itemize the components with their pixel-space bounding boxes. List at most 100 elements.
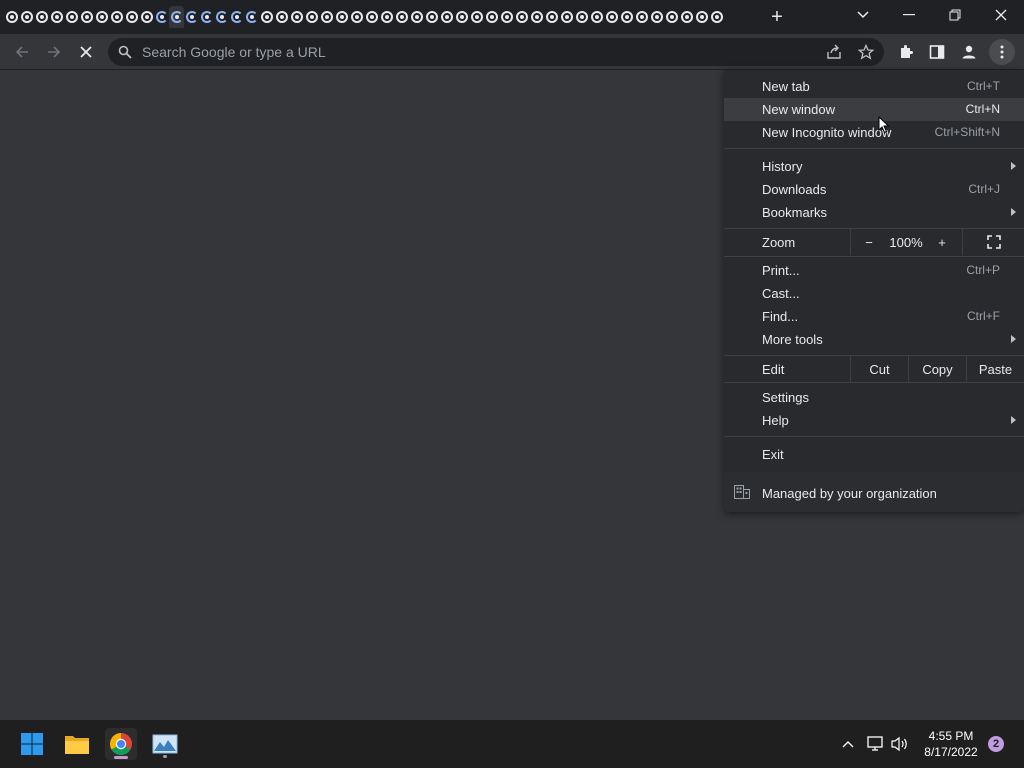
browser-tab[interactable] (679, 6, 694, 28)
omnibox[interactable] (108, 38, 884, 66)
building-icon (734, 485, 750, 499)
menu-item-new-incognito[interactable]: New Incognito window Ctrl+Shift+N (724, 121, 1024, 144)
managed-by-org-item[interactable]: Managed by your organization (724, 472, 1024, 512)
show-hidden-icons-button[interactable] (838, 734, 858, 754)
browser-tab[interactable] (4, 6, 19, 28)
image-app-button[interactable] (149, 728, 181, 760)
profile-button[interactable] (956, 39, 982, 65)
share-button[interactable] (821, 39, 847, 65)
omnibox-input[interactable] (142, 38, 802, 66)
notification-badge[interactable]: 2 (988, 736, 1004, 752)
volume-button[interactable] (890, 734, 910, 754)
menu-item-new-tab[interactable]: New tab Ctrl+T (724, 75, 1024, 98)
menu-item-print[interactable]: Print... Ctrl+P (724, 259, 1024, 282)
stop-loading-button[interactable] (73, 39, 99, 65)
bookmark-star-button[interactable] (853, 39, 879, 65)
file-explorer-button[interactable] (61, 728, 93, 760)
fullscreen-button[interactable] (963, 229, 1024, 255)
paste-button[interactable]: Paste (967, 356, 1024, 382)
browser-tab[interactable] (334, 6, 349, 28)
browser-tab[interactable] (634, 6, 649, 28)
browser-tab[interactable] (184, 6, 199, 28)
menu-item-downloads[interactable]: Downloads Ctrl+J (724, 178, 1024, 201)
menu-item-settings[interactable]: Settings (724, 386, 1024, 409)
close-window-button[interactable] (988, 4, 1014, 26)
chrome-taskbar-button[interactable] (105, 728, 137, 760)
browser-tab[interactable] (364, 6, 379, 28)
tab-search-button[interactable] (850, 4, 876, 26)
browser-tab[interactable] (259, 6, 274, 28)
new-tab-button[interactable]: + (766, 6, 788, 28)
back-button[interactable] (9, 39, 35, 65)
clock[interactable]: 4:55 PM 8/17/2022 (916, 728, 986, 760)
browser-tab[interactable] (649, 6, 664, 28)
browser-tab[interactable] (664, 6, 679, 28)
browser-tab[interactable] (409, 6, 424, 28)
menu-item-cast[interactable]: Cast... (724, 282, 1024, 305)
browser-tab[interactable] (19, 6, 34, 28)
browser-tab[interactable] (514, 6, 529, 28)
browser-tab[interactable] (574, 6, 589, 28)
menu-item-bookmarks[interactable]: Bookmarks (724, 201, 1024, 224)
browser-tab[interactable] (589, 6, 604, 28)
menu-item-find[interactable]: Find... Ctrl+F (724, 305, 1024, 328)
browser-tab[interactable] (49, 6, 64, 28)
extensions-button[interactable] (893, 39, 919, 65)
browser-tab[interactable] (244, 6, 259, 28)
tab-favicon-icon (95, 11, 108, 23)
browser-tab[interactable] (499, 6, 514, 28)
browser-tab[interactable] (229, 6, 244, 28)
tab-favicon-icon (695, 11, 708, 23)
browser-tab[interactable] (34, 6, 49, 28)
menu-item-history[interactable]: History (724, 155, 1024, 178)
browser-tab[interactable] (454, 6, 469, 28)
browser-tab[interactable] (139, 6, 154, 28)
zoom-row: Zoom − 100% + (724, 229, 1024, 255)
browser-tab[interactable] (124, 6, 139, 28)
browser-tab[interactable] (619, 6, 634, 28)
browser-tab[interactable] (64, 6, 79, 28)
browser-tab[interactable] (319, 6, 334, 28)
start-button[interactable] (16, 728, 48, 760)
browser-tab[interactable] (709, 6, 724, 28)
menu-item-new-window[interactable]: New window Ctrl+N (724, 98, 1024, 121)
browser-tab[interactable] (469, 6, 484, 28)
network-button[interactable] (866, 734, 886, 754)
menu-button[interactable] (989, 39, 1015, 65)
browser-tab[interactable] (484, 6, 499, 28)
browser-tab[interactable] (94, 6, 109, 28)
browser-tab[interactable] (379, 6, 394, 28)
copy-button[interactable]: Copy (909, 356, 966, 382)
browser-tab[interactable] (394, 6, 409, 28)
browser-tab[interactable] (109, 6, 124, 28)
menu-item-more-tools[interactable]: More tools (724, 328, 1024, 351)
cut-button[interactable]: Cut (851, 356, 908, 382)
menu-item-label: New tab (762, 79, 810, 94)
browser-tab[interactable] (289, 6, 304, 28)
tab-favicon-icon (215, 11, 228, 23)
browser-tab[interactable] (169, 6, 184, 28)
browser-tab[interactable] (349, 6, 364, 28)
browser-tab[interactable] (604, 6, 619, 28)
browser-tab[interactable] (559, 6, 574, 28)
restore-button[interactable] (942, 4, 968, 26)
browser-tab[interactable] (154, 6, 169, 28)
browser-tab[interactable] (214, 6, 229, 28)
zoom-in-button[interactable]: + (928, 229, 956, 255)
browser-tab[interactable] (424, 6, 439, 28)
tab-favicon-icon (65, 11, 78, 23)
forward-button[interactable] (41, 39, 67, 65)
zoom-out-button[interactable]: − (854, 229, 884, 255)
browser-tab[interactable] (694, 6, 709, 28)
browser-tab[interactable] (304, 6, 319, 28)
browser-tab[interactable] (439, 6, 454, 28)
menu-item-exit[interactable]: Exit (724, 443, 1024, 466)
browser-tab[interactable] (199, 6, 214, 28)
browser-tab[interactable] (529, 6, 544, 28)
side-panel-button[interactable] (924, 39, 950, 65)
browser-tab[interactable] (274, 6, 289, 28)
menu-item-help[interactable]: Help (724, 409, 1024, 432)
browser-tab[interactable] (79, 6, 94, 28)
browser-tab[interactable] (544, 6, 559, 28)
minimize-button[interactable] (896, 4, 922, 26)
